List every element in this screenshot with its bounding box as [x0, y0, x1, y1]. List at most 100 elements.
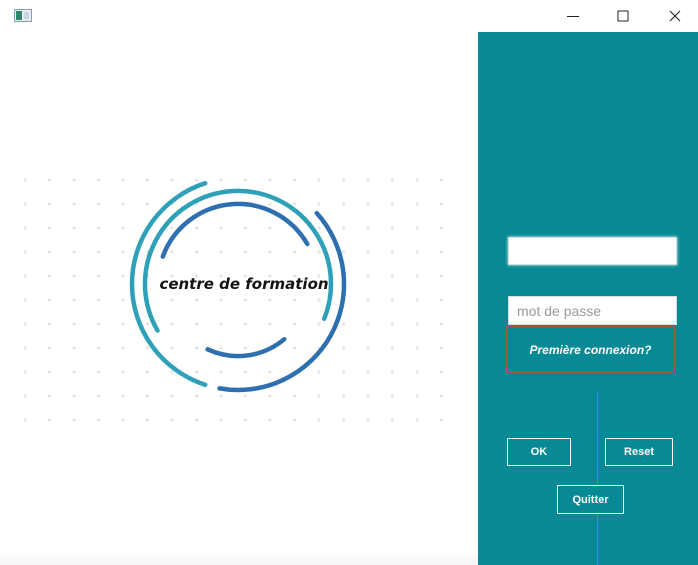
pattern-dot — [390, 202, 395, 206]
pattern-dot — [390, 418, 395, 422]
pattern-dot — [170, 346, 174, 350]
first-login-link[interactable]: Première connexion? — [506, 326, 675, 373]
pattern-dot — [415, 178, 419, 182]
pattern-dot — [96, 346, 101, 350]
minimize-button[interactable] — [550, 0, 596, 32]
pattern-dot — [268, 394, 272, 398]
ok-label: OK — [530, 446, 548, 458]
maximize-button[interactable] — [600, 0, 646, 32]
pattern-dot — [292, 298, 297, 302]
pattern-dot — [96, 274, 101, 278]
pattern-dot — [194, 394, 199, 398]
pattern-dot — [23, 370, 27, 374]
pattern-dot — [317, 250, 321, 254]
pattern-dot — [121, 418, 125, 422]
app-icon — [14, 9, 32, 22]
pattern-dot — [219, 178, 223, 182]
pattern-dot — [145, 178, 150, 182]
pattern-dot — [292, 346, 297, 350]
pattern-dot — [194, 418, 199, 422]
pattern-dot — [96, 394, 101, 398]
pattern-dot — [366, 226, 370, 230]
pattern-dot — [243, 346, 248, 350]
pattern-dot — [219, 226, 223, 230]
reset-label: Reset — [624, 446, 654, 458]
pattern-dot — [390, 226, 395, 230]
pattern-dot — [390, 178, 395, 182]
pattern-dot — [292, 250, 297, 254]
pattern-dot — [366, 178, 370, 182]
pattern-dot — [121, 274, 125, 278]
pattern-dot — [341, 250, 346, 254]
pattern-dot — [366, 202, 370, 206]
logo-text: centre de formation — [159, 275, 328, 293]
pattern-dot — [170, 226, 174, 230]
pattern-dot — [390, 250, 395, 254]
pattern-dot — [219, 250, 223, 254]
maximize-icon — [617, 10, 629, 22]
pattern-dot — [292, 418, 297, 422]
pattern-dot — [47, 226, 52, 230]
title-bar — [0, 0, 698, 32]
pattern-dot — [292, 322, 297, 326]
pattern-dot — [439, 418, 444, 422]
pattern-dot — [194, 178, 199, 182]
password-input[interactable] — [508, 296, 677, 325]
quit-label: Quitter — [572, 493, 609, 506]
pattern-dot — [23, 298, 27, 302]
pattern-dot — [366, 274, 370, 278]
pattern-dot — [219, 298, 223, 302]
close-button[interactable] — [652, 0, 698, 32]
pattern-dot — [415, 274, 419, 278]
pattern-dot — [243, 298, 248, 302]
pattern-dot — [415, 202, 419, 206]
pattern-dot — [72, 418, 76, 422]
pattern-dot — [96, 226, 101, 230]
pattern-dot — [219, 394, 223, 398]
reset-button[interactable]: Reset — [605, 438, 673, 466]
pattern-dot — [390, 370, 395, 374]
logo-ring-middle — [142, 188, 334, 333]
pattern-dot — [72, 322, 76, 326]
pattern-dot — [96, 370, 101, 374]
pattern-dot — [341, 418, 346, 422]
pattern-dot — [72, 274, 76, 278]
pattern-dot — [390, 394, 395, 398]
pattern-dot — [121, 202, 125, 206]
pattern-dot — [121, 226, 125, 230]
pattern-dot — [341, 202, 346, 206]
pattern-dot — [121, 322, 125, 326]
pattern-dot — [243, 394, 248, 398]
pattern-dot — [72, 346, 76, 350]
pattern-dot — [47, 394, 52, 398]
vertical-divider-line — [597, 392, 598, 565]
pattern-dot — [219, 322, 223, 326]
pattern-dot — [390, 274, 395, 278]
quit-button[interactable]: Quitter — [557, 485, 624, 514]
pattern-dot — [268, 226, 272, 230]
pattern-dot — [145, 202, 150, 206]
ok-button[interactable]: OK — [507, 438, 571, 466]
pattern-dot — [243, 322, 248, 326]
pattern-dot — [47, 178, 52, 182]
pattern-dot — [72, 370, 76, 374]
pattern-dot — [47, 298, 52, 302]
bottom-shade — [0, 551, 478, 565]
pattern-dot — [415, 394, 419, 398]
pattern-dot — [23, 274, 27, 278]
pattern-dot — [439, 178, 444, 182]
pattern-dot — [341, 226, 346, 230]
minimize-icon — [567, 16, 579, 17]
pattern-dot — [439, 394, 444, 398]
pattern-dot — [292, 394, 297, 398]
pattern-dot — [292, 178, 297, 182]
pattern-dot — [23, 178, 27, 182]
username-input[interactable] — [508, 237, 677, 265]
pattern-dot — [23, 322, 27, 326]
pattern-dot — [23, 346, 27, 350]
pattern-dot — [317, 178, 321, 182]
pattern-dot — [366, 418, 370, 422]
pattern-dot — [415, 418, 419, 422]
pattern-dot — [96, 250, 101, 254]
pattern-dot — [145, 346, 150, 350]
